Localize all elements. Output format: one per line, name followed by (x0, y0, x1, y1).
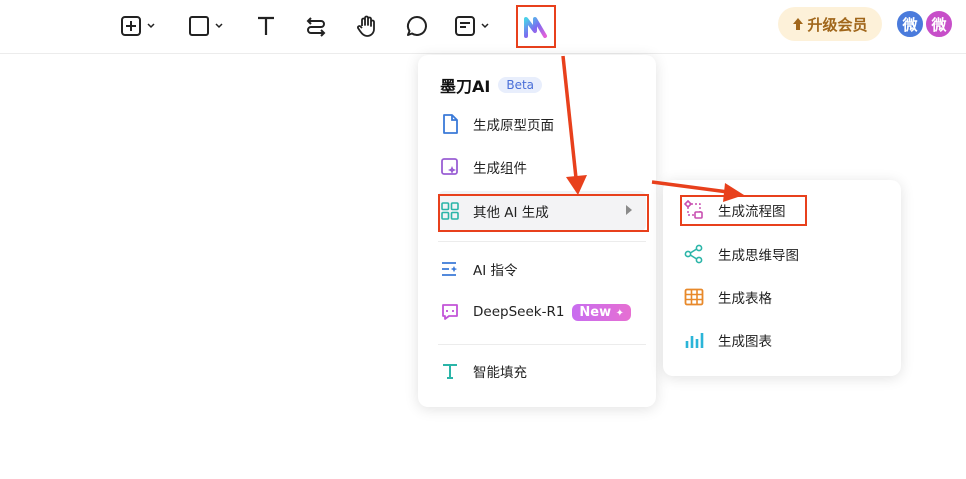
menu-item-label: 生成组件 (473, 161, 527, 177)
ai-tool-button[interactable] (516, 5, 556, 48)
upgrade-button[interactable]: 升级会员 (778, 7, 882, 41)
ai-command-icon (440, 259, 460, 279)
menu-header: 墨刀AI Beta (440, 73, 543, 97)
menu-item-label: AI 指令 (473, 263, 518, 279)
top-toolbar: 升级会员 微 微 (0, 0, 966, 54)
new-badge: New ✦ (572, 303, 632, 321)
menu-item-ai-command[interactable]: AI 指令 (418, 249, 656, 289)
menu-item-label: 智能填充 (473, 365, 527, 381)
submenu-item-label: 生成表格 (718, 291, 772, 307)
flowchart-icon (684, 200, 704, 220)
upgrade-label: 升级会员 (807, 15, 868, 34)
menu-item-generate-component[interactable]: 生成组件 (418, 147, 656, 187)
text-tool[interactable] (254, 11, 278, 41)
other-ai-submenu: 生成流程图 生成思维导图 生成表格 生成图表 (663, 180, 901, 376)
menu-item-smart-fill[interactable]: 智能填充 (418, 351, 656, 391)
connector-icon (306, 17, 326, 37)
chevron-down-icon[interactable] (480, 21, 490, 31)
add-frame-icon (121, 16, 141, 36)
component-sparkle-icon (440, 157, 460, 177)
connector-tool[interactable] (304, 11, 328, 41)
menu-item-label: 其他 AI 生成 (473, 205, 549, 221)
rectangle-tool[interactable] (188, 11, 224, 41)
comment-icon (406, 15, 427, 36)
motiff-ai-logo-icon (524, 16, 547, 38)
submenu-item-label: 生成流程图 (718, 204, 786, 220)
new-badge-label: New (579, 304, 612, 320)
mindmap-icon (684, 244, 704, 264)
text-icon (258, 16, 274, 35)
sticky-note-tool[interactable] (454, 11, 490, 41)
menu-item-generate-prototype-page[interactable]: 生成原型页面 (418, 104, 656, 144)
comment-tool[interactable] (405, 11, 429, 41)
submenu-item-table[interactable]: 生成表格 (663, 277, 901, 317)
grid-icon (440, 201, 460, 221)
avatar[interactable]: 微 (924, 9, 954, 39)
arrow-up-icon (793, 18, 804, 30)
rectangle-icon (189, 16, 209, 36)
menu-divider (438, 241, 646, 242)
hand-icon (357, 15, 375, 37)
ai-menu: 墨刀AI Beta 生成原型页面 生成组件 其他 AI 生成 AI 指令 Dee… (418, 55, 656, 407)
chevron-down-icon[interactable] (214, 21, 224, 31)
submenu-item-label: 生成思维导图 (718, 248, 799, 264)
submenu-item-flowchart[interactable]: 生成流程图 (663, 190, 901, 230)
sparkle-icon: ✦ (615, 307, 625, 319)
page-icon (440, 114, 460, 134)
add-frame-tool[interactable] (120, 11, 156, 41)
menu-item-deepseek[interactable]: DeepSeek-R1 New ✦ (418, 292, 656, 332)
menu-item-other-ai-generate[interactable]: 其他 AI 生成 (438, 191, 646, 231)
menu-item-label: 生成原型页面 (473, 118, 554, 134)
chevron-down-icon[interactable] (146, 21, 156, 31)
menu-title: 墨刀AI (440, 77, 491, 96)
submenu-item-mindmap[interactable]: 生成思维导图 (663, 234, 901, 274)
menu-item-label: DeepSeek-R1 (473, 304, 565, 320)
avatar[interactable]: 微 (895, 9, 925, 39)
submenu-item-label: 生成图表 (718, 334, 772, 350)
beta-badge: Beta (498, 77, 543, 93)
menu-divider (438, 344, 646, 345)
submenu-arrow-icon (626, 205, 632, 215)
submenu-item-chart[interactable]: 生成图表 (663, 320, 901, 360)
text-fill-icon (440, 361, 460, 381)
deepseek-icon (440, 302, 460, 322)
hand-tool[interactable] (355, 11, 379, 41)
sticky-note-icon (455, 16, 475, 36)
bar-chart-icon (684, 330, 704, 350)
table-icon (684, 287, 704, 307)
